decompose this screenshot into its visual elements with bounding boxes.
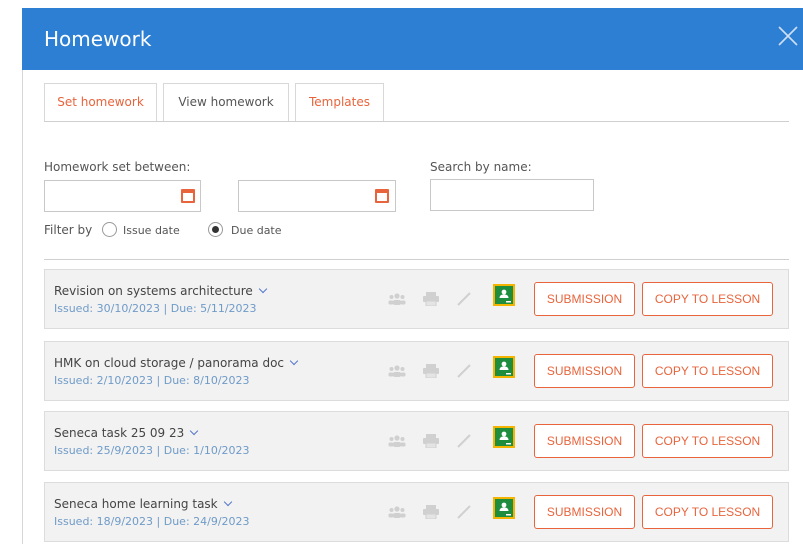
homework-dates: Issued: 18/9/2023 | Due: 24/9/2023: [54, 515, 250, 528]
list-divider: [44, 259, 789, 260]
tab-view-homework[interactable]: View homework: [163, 83, 289, 122]
homework-set-between-label: Homework set between:: [44, 160, 191, 174]
students-icon[interactable]: [388, 434, 406, 448]
list-item: HMK on cloud storage / panorama doc Issu…: [44, 341, 789, 401]
homework-title[interactable]: Seneca home learning task: [54, 497, 232, 511]
due-date-radio[interactable]: [208, 222, 223, 237]
issue-date-radio[interactable]: [102, 222, 117, 237]
homework-title[interactable]: Seneca task 25 09 23: [54, 426, 199, 440]
copy-to-lesson-button[interactable]: COPY TO LESSON: [642, 354, 773, 388]
list-item: Revision on systems architecture Issued:…: [44, 269, 789, 329]
google-classroom-icon[interactable]: [493, 497, 515, 519]
students-icon[interactable]: [388, 364, 406, 378]
chevron-down-icon[interactable]: [190, 426, 199, 436]
homework-dates: Issued: 25/9/2023 | Due: 1/10/2023: [54, 444, 250, 457]
edit-icon[interactable]: [455, 505, 473, 519]
print-icon[interactable]: [422, 434, 440, 448]
google-classroom-icon[interactable]: [493, 356, 515, 378]
print-icon[interactable]: [422, 505, 440, 519]
dialog-border: [22, 70, 23, 544]
google-classroom-icon[interactable]: [493, 284, 515, 306]
from-date-input[interactable]: [44, 180, 201, 212]
submission-button[interactable]: SUBMISSION: [534, 495, 635, 529]
google-classroom-icon[interactable]: [493, 426, 515, 448]
copy-to-lesson-button[interactable]: COPY TO LESSON: [642, 495, 773, 529]
calendar-icon[interactable]: [181, 189, 195, 203]
edit-icon[interactable]: [455, 364, 473, 378]
submission-button[interactable]: SUBMISSION: [534, 354, 635, 388]
list-item: Seneca task 25 09 23 Issued: 25/9/2023 |…: [44, 411, 789, 471]
homework-title[interactable]: Revision on systems architecture: [54, 284, 268, 298]
submission-button[interactable]: SUBMISSION: [534, 282, 635, 316]
homework-dates: Issued: 2/10/2023 | Due: 8/10/2023: [54, 374, 250, 387]
edit-icon[interactable]: [455, 434, 473, 448]
print-icon[interactable]: [422, 364, 440, 378]
homework-dates: Issued: 30/10/2023 | Due: 5/11/2023: [54, 302, 257, 315]
close-icon[interactable]: [773, 21, 803, 51]
print-icon[interactable]: [422, 292, 440, 306]
chevron-down-icon[interactable]: [223, 497, 232, 507]
tab-set-homework[interactable]: Set homework: [44, 83, 157, 122]
due-date-label: Due date: [231, 224, 282, 237]
homework-title[interactable]: HMK on cloud storage / panorama doc: [54, 356, 299, 370]
dialog-header: Homework: [22, 8, 803, 70]
filter-by-label: Filter by: [44, 223, 93, 237]
search-by-name-label: Search by name:: [430, 160, 532, 174]
copy-to-lesson-button[interactable]: COPY TO LESSON: [642, 282, 773, 316]
copy-to-lesson-button[interactable]: COPY TO LESSON: [642, 424, 773, 458]
edit-icon[interactable]: [455, 292, 473, 306]
chevron-down-icon[interactable]: [289, 356, 299, 366]
students-icon[interactable]: [388, 505, 406, 519]
to-date-input[interactable]: [238, 180, 396, 212]
chevron-down-icon[interactable]: [258, 284, 268, 294]
issue-date-label: Issue date: [123, 224, 180, 237]
submission-button[interactable]: SUBMISSION: [534, 424, 635, 458]
list-item: Seneca home learning task Issued: 18/9/2…: [44, 482, 789, 542]
calendar-icon[interactable]: [375, 189, 389, 203]
students-icon[interactable]: [388, 292, 406, 306]
search-input[interactable]: [430, 179, 594, 211]
dialog-title: Homework: [44, 27, 152, 51]
tab-divider: [44, 121, 789, 122]
tab-templates[interactable]: Templates: [295, 83, 384, 122]
